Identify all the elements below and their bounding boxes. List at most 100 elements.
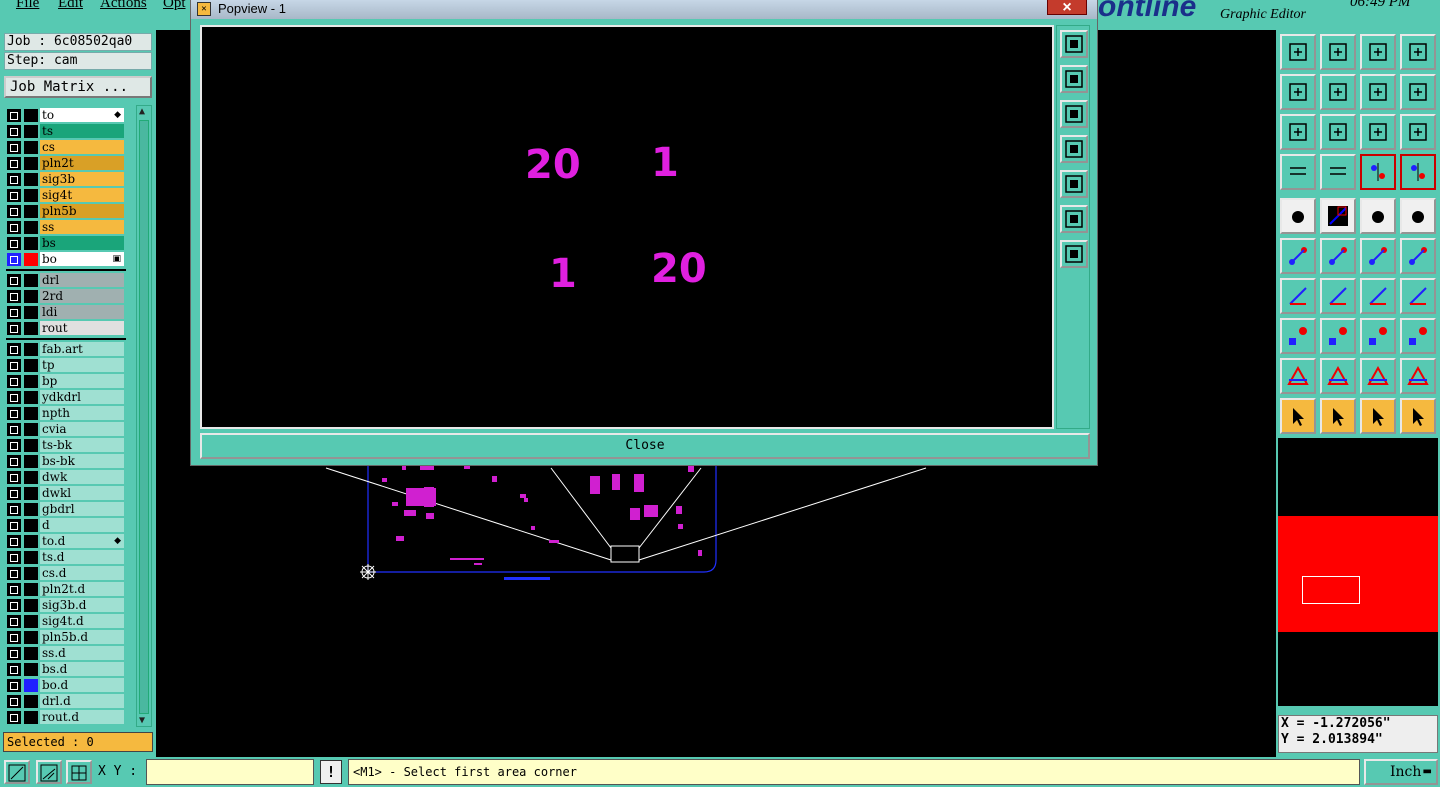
popview-pan-right-button[interactable]: [1060, 170, 1088, 198]
popview-zoom-window-button[interactable]: [1060, 30, 1088, 58]
layer-checkbox[interactable]: [7, 439, 21, 452]
grid-button[interactable]: [66, 760, 92, 784]
edit-point-button[interactable]: [1400, 238, 1436, 274]
layer-name[interactable]: bs.d: [40, 662, 124, 676]
layer-checkbox[interactable]: [7, 322, 21, 335]
scroll-up-icon[interactable]: ▲: [139, 106, 149, 117]
layer-color-swatch[interactable]: [24, 615, 38, 628]
layer-checkbox[interactable]: [7, 567, 21, 580]
layer-name[interactable]: pln2t: [40, 156, 124, 170]
layer-checkbox[interactable]: [7, 125, 21, 138]
zoom-center-button[interactable]: [1320, 114, 1356, 150]
layer-color-swatch[interactable]: [24, 173, 38, 186]
pan-right-button[interactable]: [1320, 74, 1356, 110]
layer-row[interactable]: npth: [6, 406, 126, 421]
layer-name[interactable]: ldi: [40, 305, 124, 319]
segment-button[interactable]: [1320, 318, 1356, 354]
close-button[interactable]: Close: [200, 433, 1090, 459]
layer-color-swatch[interactable]: [24, 455, 38, 468]
layer-checkbox[interactable]: [7, 141, 21, 154]
layer-checkbox[interactable]: [7, 583, 21, 596]
select-rect-button[interactable]: [1320, 398, 1356, 434]
layer-name[interactable]: npth: [40, 406, 124, 420]
select-pad-button[interactable]: [1400, 198, 1436, 234]
layer-row[interactable]: to ◆: [6, 108, 126, 123]
layer-row[interactable]: bs: [6, 236, 126, 251]
layer-checkbox[interactable]: [7, 679, 21, 692]
layer-color-swatch[interactable]: [24, 290, 38, 303]
layer-row[interactable]: bs-bk: [6, 454, 126, 469]
layer-name[interactable]: fab.art: [40, 342, 124, 356]
menu-actions[interactable]: Actions: [100, 0, 147, 12]
layer-color-swatch[interactable]: [24, 306, 38, 319]
layer-checkbox[interactable]: [7, 306, 21, 319]
layer-color-swatch[interactable]: [24, 391, 38, 404]
layer-color-swatch[interactable]: [24, 503, 38, 516]
popview-zoom-out-button[interactable]: [1060, 100, 1088, 128]
layer-color-swatch[interactable]: [24, 487, 38, 500]
layer-row[interactable]: ts-bk: [6, 438, 126, 453]
layer-color-swatch[interactable]: [24, 253, 38, 266]
layer-color-swatch[interactable]: [24, 407, 38, 420]
redraw-button[interactable]: [1400, 74, 1436, 110]
layer-row[interactable]: rout: [6, 321, 126, 336]
scroll-thumb[interactable]: [139, 120, 149, 714]
ratio-button[interactable]: [1360, 114, 1396, 150]
add-pad-button[interactable]: [1280, 198, 1316, 234]
text-a-button[interactable]: [1360, 358, 1396, 394]
layer-color-swatch[interactable]: [24, 237, 38, 250]
layer-row[interactable]: drl: [6, 273, 126, 288]
layer-checkbox[interactable]: [7, 695, 21, 708]
layer-color-swatch[interactable]: [24, 375, 38, 388]
layer-checkbox[interactable]: [7, 221, 21, 234]
layer-checkbox[interactable]: [7, 711, 21, 724]
fit-screen-button[interactable]: [1280, 114, 1316, 150]
layer-color-swatch[interactable]: [24, 423, 38, 436]
layer-name[interactable]: sig4t.d: [40, 614, 124, 628]
layer-row[interactable]: cs.d: [6, 566, 126, 581]
line-tool-button[interactable]: [1320, 278, 1356, 314]
draw-line-button[interactable]: [1320, 198, 1356, 234]
layer-checkbox[interactable]: [7, 173, 21, 186]
popview-zoom-in-button[interactable]: [1060, 65, 1088, 93]
layer-row[interactable]: sig4t: [6, 188, 126, 203]
layer-checkbox[interactable]: [7, 274, 21, 287]
layer-name[interactable]: cs: [40, 140, 124, 154]
layer-row[interactable]: ss: [6, 220, 126, 235]
triangle-button[interactable]: [1280, 358, 1316, 394]
layer-color-swatch[interactable]: [24, 519, 38, 532]
layer-name[interactable]: rout: [40, 321, 124, 335]
layer-color-swatch[interactable]: [24, 551, 38, 564]
layer-checkbox[interactable]: [7, 407, 21, 420]
layer-row[interactable]: ts: [6, 124, 126, 139]
layer-checkbox[interactable]: [7, 615, 21, 628]
rotate-button[interactable]: [1360, 278, 1396, 314]
popview-pan-left-button[interactable]: [1060, 135, 1088, 163]
layer-checkbox[interactable]: [7, 343, 21, 356]
text-a-alt-button[interactable]: [1400, 358, 1436, 394]
layer-row[interactable]: bp: [6, 374, 126, 389]
layer-color-swatch[interactable]: [24, 599, 38, 612]
menu-options[interactable]: Opt: [163, 0, 186, 12]
layer-name[interactable]: drl: [40, 273, 124, 287]
route-button[interactable]: [1400, 398, 1436, 434]
layer-checkbox[interactable]: [7, 253, 21, 266]
connect-button[interactable]: [1280, 238, 1316, 274]
layer-color-swatch[interactable]: [24, 439, 38, 452]
layer-color-swatch[interactable]: [24, 471, 38, 484]
layer-color-swatch[interactable]: [24, 535, 38, 548]
scroll-down-icon[interactable]: ▼: [139, 715, 149, 726]
layer-name[interactable]: dwk: [40, 470, 124, 484]
layer-name[interactable]: ts-bk: [40, 438, 124, 452]
layer-checkbox[interactable]: [7, 551, 21, 564]
ruler-button[interactable]: [1360, 198, 1396, 234]
layer-name[interactable]: bp: [40, 374, 124, 388]
zoom-bottom-button[interactable]: [1320, 34, 1356, 70]
layer-row[interactable]: pln5b: [6, 204, 126, 219]
layer-row[interactable]: cs: [6, 140, 126, 155]
layer-color-swatch[interactable]: [24, 343, 38, 356]
layer-name[interactable]: ydkdrl: [40, 390, 124, 404]
layer-name[interactable]: tp: [40, 358, 124, 372]
width-button[interactable]: [1360, 318, 1396, 354]
layer-color-swatch[interactable]: [24, 109, 38, 122]
